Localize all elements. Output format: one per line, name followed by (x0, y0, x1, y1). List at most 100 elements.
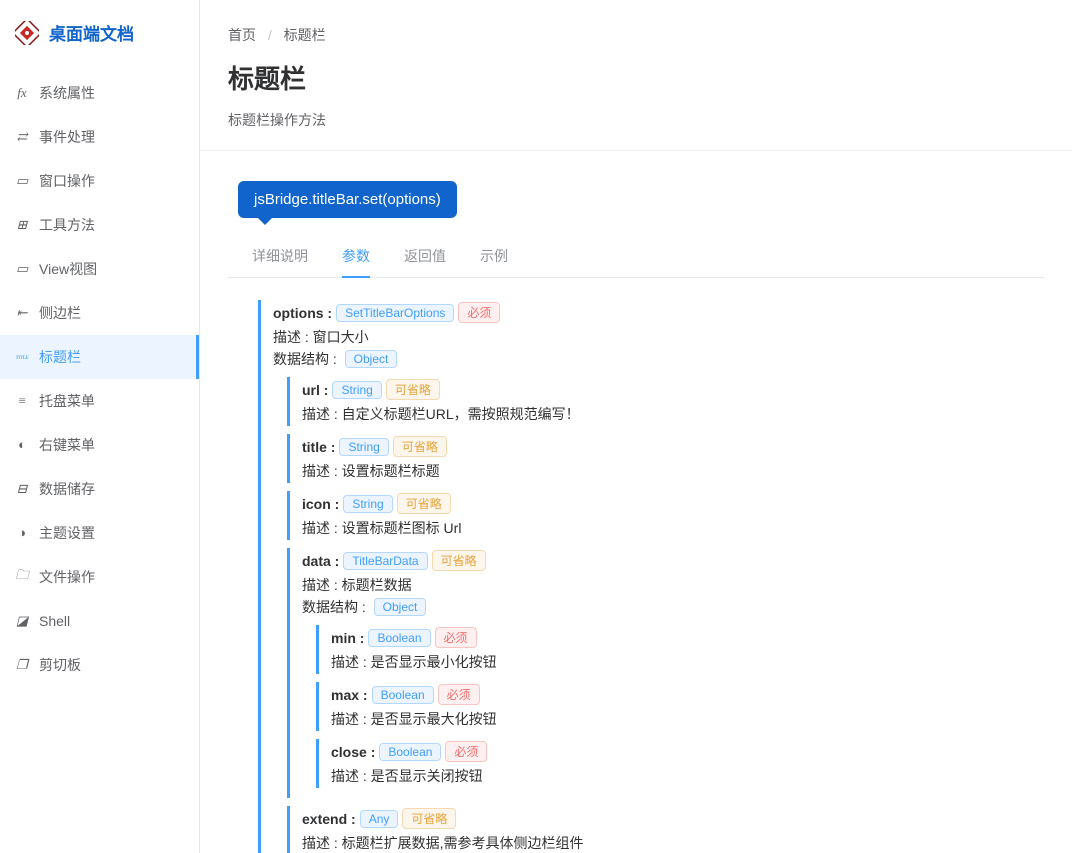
sidebar-item[interactable]: ▭ View视图 (0, 247, 199, 291)
param-block: urlString 可省略描述自定义标题栏URL，需按照规范编写！ (287, 377, 1034, 426)
param-type-tag: TitleBarData (343, 552, 427, 570)
nav-icon: ◪ (15, 613, 29, 629)
optional-tag: 可省略 (397, 493, 451, 514)
optional-tag: 可省略 (393, 436, 447, 457)
page-title: 标题栏 (228, 59, 1044, 96)
sidebar-item[interactable]: ≡托盘菜单 (0, 379, 199, 423)
logo-icon (15, 21, 39, 45)
param-block: iconString 可省略描述设置标题栏图标 Url (287, 491, 1034, 540)
sidebar-item[interactable]: ▭ 窗口操作 (0, 159, 199, 203)
params-body: optionsSetTitleBarOptions必须描述窗口大小数据结构Obj… (228, 278, 1044, 853)
param-type-tag: String (332, 381, 381, 399)
param-block: extendAny可省略描述标题栏扩展数据,需参考具体侧边栏组件 (287, 806, 1034, 853)
param-name: extend (302, 811, 356, 827)
sidebar-item[interactable]: ❐ 剪切板 (0, 643, 199, 687)
sidebar-item[interactable]: ⊞ 工具方法 (0, 203, 199, 247)
tab[interactable]: 示例 (480, 246, 508, 277)
sidebar: 桌面端文档 fx 系统属性 ⇄事件处理 ▭ 窗口操作 ⊞ 工具方法 ▭ View视图 ⇤ 侧边栏 ᴛɪ… (0, 0, 200, 853)
api-section: jsBridge.titleBar.set(options) 详细说明 参数 返回值… (200, 151, 1072, 853)
nav-label: 剪切板 (39, 655, 81, 675)
nav-label: 侧边栏 (39, 303, 81, 323)
breadcrumb: 首页 / 标题栏 (228, 25, 1044, 45)
param-name: icon (302, 496, 339, 512)
nav-icon: 🗀 (15, 566, 29, 588)
nav-icon: ❐ (15, 657, 29, 673)
api-signature: jsBridge.titleBar.set(options) (238, 181, 457, 218)
optional-tag: 可省略 (386, 379, 440, 400)
tab[interactable]: 详细说明 (252, 246, 308, 277)
param-block: maxBoolean必须描述是否显示最大化按钮 (316, 682, 1034, 731)
sidebar-item[interactable]: ᴛɪᴛʟᴇ标题栏 (0, 335, 199, 379)
param-name: min (331, 630, 364, 646)
nav-label: 主题设置 (39, 523, 95, 543)
struct-tag: Object (374, 598, 427, 616)
tab[interactable]: 返回值 (404, 246, 446, 277)
brand-area: 桌面端文档 (0, 0, 199, 65)
breadcrumb-home[interactable]: 首页 (228, 27, 256, 43)
brand-title: 桌面端文档 (49, 20, 134, 45)
nav-icon: ≡ (15, 393, 29, 409)
api-tabs: 详细说明 参数 返回值 示例 (228, 236, 1044, 278)
sidebar-item[interactable]: ⇄事件处理 (0, 115, 199, 159)
param-block: closeBoolean必须描述是否显示关闭按钮 (316, 739, 1034, 788)
nav-icon: ⊟ (15, 481, 29, 497)
required-tag: 必须 (445, 741, 487, 762)
param-type-tag: String (339, 438, 388, 456)
param-name: data (302, 553, 339, 569)
nav-icon: ⊞ (15, 217, 29, 233)
nav-label: 工具方法 (39, 215, 95, 235)
param-desc: 描述自定义标题栏URL，需按照规范编写！ (302, 404, 1034, 424)
page-desc: 标题栏操作方法 (228, 110, 1044, 130)
sidebar-item[interactable]: 🗀 文件操作 (0, 555, 199, 599)
nav-label: View视图 (39, 259, 97, 279)
optional-tag: 可省略 (432, 550, 486, 571)
nav-icon: ▭ (15, 173, 29, 189)
sidebar-item[interactable]: ◪ Shell (0, 599, 199, 643)
param-block: dataTitleBarData可省略描述标题栏数据数据结构ObjectminB… (287, 548, 1034, 798)
nav-icon: ◐ (15, 437, 29, 453)
param-desc: 描述标题栏扩展数据,需参考具体侧边栏组件 (302, 833, 1034, 853)
required-tag: 必须 (458, 302, 500, 323)
param-type-tag: String (343, 495, 392, 513)
param-type-tag: Boolean (372, 686, 434, 704)
nav-label: Shell (39, 613, 70, 629)
nav-icon: fx (15, 85, 29, 101)
param-block: minBoolean必须描述是否显示最小化按钮 (316, 625, 1034, 674)
tab[interactable]: 参数 (342, 246, 370, 278)
param-desc: 描述是否显示最大化按钮 (331, 709, 1034, 729)
nav-icon: ⇄ (15, 129, 29, 145)
sidebar-item[interactable]: ⇤ 侧边栏 (0, 291, 199, 335)
param-desc: 描述是否显示关闭按钮 (331, 766, 1034, 786)
nav-icon: ⇤ (15, 305, 29, 321)
nav-label: 右键菜单 (39, 435, 95, 455)
param-type-tag: Boolean (379, 743, 441, 761)
param-desc: 描述标题栏数据 (302, 575, 1034, 595)
optional-tag: 可省略 (402, 808, 456, 829)
nav-icon: ▭ (15, 261, 29, 277)
param-type-tag: SetTitleBarOptions (336, 304, 454, 322)
nav-label: 窗口操作 (39, 171, 95, 191)
sidebar-item[interactable]: ◐ 右键菜单 (0, 423, 199, 467)
param-desc: 描述设置标题栏标题 (302, 461, 1034, 481)
sidebar-item[interactable]: ◑主题设置 (0, 511, 199, 555)
param-name: max (331, 687, 368, 703)
param-desc: 描述是否显示最小化按钮 (331, 652, 1034, 672)
struct-tag: Object (345, 350, 398, 368)
param-name: options (273, 305, 332, 321)
sidebar-item[interactable]: ⊟数据储存 (0, 467, 199, 511)
breadcrumb-current: 标题栏 (284, 27, 326, 43)
breadcrumb-sep: / (268, 27, 272, 43)
param-children: minBoolean必须描述是否显示最小化按钮maxBoolean必须描述是否显… (316, 625, 1034, 788)
main-content: 首页 / 标题栏 标题栏 标题栏操作方法 jsBridge.titleBar.s… (200, 0, 1072, 853)
nav-label: 系统属性 (39, 83, 95, 103)
sidebar-nav: fx 系统属性 ⇄事件处理 ▭ 窗口操作 ⊞ 工具方法 ▭ View视图 ⇤ 侧边栏 ᴛɪᴛʟᴇ标题栏… (0, 65, 199, 687)
param-struct: 数据结构Object (273, 349, 1034, 369)
param-block: optionsSetTitleBarOptions必须描述窗口大小数据结构Obj… (258, 300, 1034, 853)
required-tag: 必须 (435, 627, 477, 648)
nav-label: 文件操作 (39, 567, 95, 587)
required-tag: 必须 (438, 684, 480, 705)
param-desc: 描述设置标题栏图标 Url (302, 518, 1034, 538)
sidebar-item[interactable]: fx 系统属性 (0, 71, 199, 115)
param-name: url (302, 382, 328, 398)
nav-label: 标题栏 (39, 347, 81, 367)
